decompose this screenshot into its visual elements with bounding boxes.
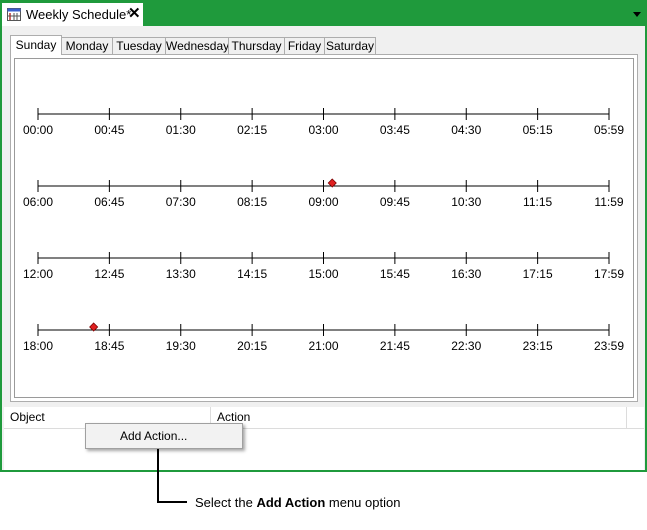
timeline-tick-label: 23:59 bbox=[594, 339, 624, 353]
timeline-tick-label: 09:45 bbox=[380, 195, 410, 209]
timeline-tick-label: 08:15 bbox=[237, 195, 267, 209]
callout-bold: Add Action bbox=[256, 495, 326, 510]
timeline-tick-label: 23:15 bbox=[523, 339, 553, 353]
callout-prefix: Select the bbox=[195, 495, 257, 510]
timeline-tick-label: 06:00 bbox=[23, 195, 53, 209]
timeline-tick-label: 12:00 bbox=[23, 267, 53, 281]
timeline-tick-label: 17:15 bbox=[523, 267, 553, 281]
timeline-tick-label: 18:00 bbox=[23, 339, 53, 353]
schedule-editor: Sunday Monday Tuesday Wednesday Thursday Frid… bbox=[2, 26, 645, 470]
timeline-tick-label: 22:30 bbox=[451, 339, 481, 353]
add-action-menu-item[interactable]: Add Action... bbox=[88, 426, 240, 446]
timeline-tick-label: 10:30 bbox=[451, 195, 481, 209]
column-header-action[interactable]: Action bbox=[211, 407, 627, 428]
timeline-tick-label: 03:45 bbox=[380, 123, 410, 137]
timeline-tick-label: 05:59 bbox=[594, 123, 624, 137]
timeline-tick-label: 02:15 bbox=[237, 123, 267, 137]
timeline-canvas[interactable]: 00:00 00:45 01:30 02:15 03:00 03:45 04:30 05:15… bbox=[15, 59, 633, 397]
timeline-tick-label: 15:00 bbox=[308, 267, 338, 281]
schedule-window: Weekly Schedule* ✕ Sunday Monday Tuesday We… bbox=[0, 0, 647, 472]
timeline-tick-label: 01:30 bbox=[166, 123, 196, 137]
timeline-tick-label: 16:30 bbox=[451, 267, 481, 281]
timeline-tick-label: 11:15 bbox=[523, 195, 552, 209]
daily-timeline[interactable]: 00:00 00:45 01:30 02:15 03:00 03:45 04:30 05:15… bbox=[14, 58, 634, 398]
tab-thursday[interactable]: Thursday bbox=[228, 37, 285, 54]
close-icon[interactable]: ✕ bbox=[128, 4, 141, 24]
callout-caption: Select the Add Action menu option bbox=[195, 495, 400, 510]
timeline-tick-label: 13:30 bbox=[166, 267, 196, 281]
timeline-tick-label: 04:30 bbox=[451, 123, 481, 137]
chevron-down-icon[interactable] bbox=[633, 12, 641, 17]
document-title: Weekly Schedule* bbox=[26, 7, 132, 22]
callout-line-horizontal bbox=[157, 501, 187, 503]
tab-wednesday[interactable]: Wednesday bbox=[165, 37, 229, 54]
tab-tuesday[interactable]: Tuesday bbox=[112, 37, 166, 54]
timeline-tick-label: 03:00 bbox=[308, 123, 338, 137]
document-tab-weekly-schedule[interactable]: Weekly Schedule* ✕ bbox=[2, 3, 143, 26]
callout-line bbox=[157, 449, 159, 503]
timeline-tick-label: 14:15 bbox=[237, 267, 267, 281]
timeline-tick-label: 09:00 bbox=[308, 195, 338, 209]
timeline-tick-label: 17:59 bbox=[594, 267, 624, 281]
document-tab-bar: Weekly Schedule* ✕ bbox=[1, 1, 646, 26]
day-tab-panel: 00:00 00:45 01:30 02:15 03:00 03:45 04:30 05:15… bbox=[10, 54, 638, 402]
timeline-tick-label: 21:45 bbox=[380, 339, 410, 353]
timeline-tick-label: 20:15 bbox=[237, 339, 267, 353]
tab-friday[interactable]: Friday bbox=[284, 37, 325, 54]
timeline-tick-label: 21:00 bbox=[308, 339, 338, 353]
context-menu: Add Action... bbox=[85, 423, 243, 449]
timeline-tick-label: 18:45 bbox=[94, 339, 124, 353]
timeline-tick-label: 00:45 bbox=[94, 123, 124, 137]
timeline-tick-label: 19:30 bbox=[166, 339, 196, 353]
tab-sunday[interactable]: Sunday bbox=[10, 35, 62, 55]
callout-suffix: menu option bbox=[325, 495, 401, 510]
timeline-tick-label: 11:59 bbox=[594, 195, 623, 209]
timeline-tick-label: 15:45 bbox=[380, 267, 410, 281]
tab-saturday[interactable]: Saturday bbox=[324, 37, 376, 54]
timeline-tick-label: 00:00 bbox=[23, 123, 53, 137]
tab-monday[interactable]: Monday bbox=[61, 37, 113, 54]
timeline-tick-label: 05:15 bbox=[523, 123, 553, 137]
timeline-tick-label: 12:45 bbox=[94, 267, 124, 281]
timeline-tick-label: 06:45 bbox=[94, 195, 124, 209]
timeline-tick-label: 07:30 bbox=[166, 195, 196, 209]
schedule-grid-icon bbox=[7, 8, 21, 21]
